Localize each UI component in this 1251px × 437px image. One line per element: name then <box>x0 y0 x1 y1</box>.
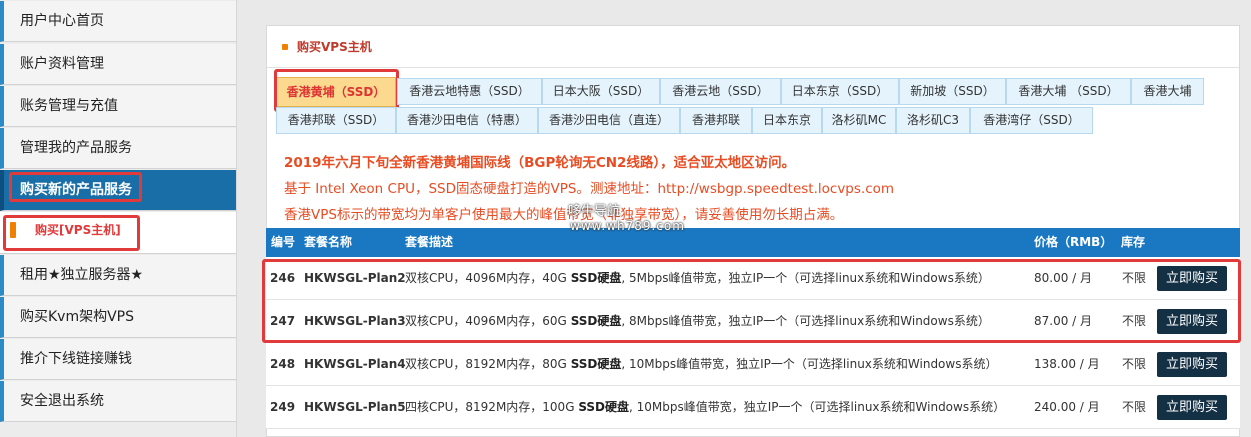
header-desc: 套餐描述 <box>405 235 454 249</box>
sidebar-item-label: 账务管理与充值 <box>20 98 118 114</box>
header-name: 套餐名称 <box>304 235 353 249</box>
tab-label: 香港沙田电信（特惠） <box>406 113 527 127</box>
sidebar-item-home[interactable]: 用户中心首页 <box>0 1 236 42</box>
tab-japan-tokyo-ssd[interactable]: 日本东京（SSD） <box>781 78 899 105</box>
tab-la-c3[interactable]: 洛杉矶C3 <box>896 107 970 134</box>
sidebar-item-account[interactable]: 账户资料管理 <box>0 44 236 85</box>
sidebar-item-label: 推介下线链接赚钱 <box>20 351 132 367</box>
tab-hk-banglian[interactable]: 香港邦联 <box>680 107 752 134</box>
sidebar-item-label: 购买Kvm架构VPS <box>20 309 135 325</box>
tab-label: 日本东京（SSD） <box>791 84 889 98</box>
sidebar-item-billing[interactable]: 账务管理与充值 <box>0 86 236 127</box>
tab-hk-dapu[interactable]: 香港大埔 <box>1131 78 1204 105</box>
row-price: 138.00 / 月 <box>1034 357 1100 371</box>
tab-label: 香港云地（SSD） <box>672 84 769 98</box>
row-id: 249 <box>270 400 296 414</box>
desc-ssd: SSD硬盘 <box>578 400 630 414</box>
tab-label: 香港湾仔（SSD） <box>983 113 1080 127</box>
buy-now-button[interactable]: 立即购买 <box>1157 352 1227 377</box>
desc-text: , 10Mbps峰值带宽，独立IP一个（可选择linux系统和Windows系统… <box>629 400 1006 414</box>
tab-hk-shatin-direct[interactable]: 香港沙田电信（直连） <box>538 107 680 134</box>
sidebar-item-label: 用户中心首页 <box>20 13 104 29</box>
sidebar: 用户中心首页 账户资料管理 账务管理与充值 管理我的产品服务 购买新的产品服务 … <box>0 0 237 437</box>
tab-singapore[interactable]: 新加坡（SSD） <box>899 78 1006 105</box>
tab-japan-tokyo[interactable]: 日本东京 <box>752 107 822 134</box>
row-id: 248 <box>270 357 296 371</box>
tab-label: 新加坡（SSD） <box>910 84 995 98</box>
buy-now-button[interactable]: 立即购买 <box>1157 395 1227 420</box>
tab-hk-banglian-ssd[interactable]: 香港邦联（SSD） <box>276 107 396 134</box>
notice-line-2: 基于 Intel Xeon CPU，SSD固态硬盘打造的VPS。测速地址：htt… <box>284 181 895 197</box>
highlight-selected-tab <box>274 69 399 112</box>
tab-label: 日本大阪（SSD） <box>552 84 650 98</box>
row-stock: 不限 <box>1122 357 1147 371</box>
desc-text: 双核CPU，8192M内存，80G <box>405 357 571 371</box>
highlight-plans <box>262 259 1241 343</box>
tab-hk-wanchai-ssd[interactable]: 香港湾仔（SSD） <box>970 107 1093 134</box>
header-id: 编号 <box>271 235 296 249</box>
desc-text: 四核CPU，8192M内存，100G <box>405 400 579 414</box>
tab-hk-yundi[interactable]: 香港云地（SSD） <box>660 78 781 105</box>
row-name: HKWSGL-Plan5 <box>304 400 406 414</box>
notice-line-1: 2019年六月下旬全新香港黄埔国际线（BGP轮询无CN2线路），适合亚太地区访问… <box>284 155 796 171</box>
watermark-url: www.wh789.com <box>570 219 685 233</box>
panel-header: 购买VPS主机 <box>267 26 1239 68</box>
sidebar-subitem-buy-vps[interactable]: 购买[VPS主机] <box>0 212 236 254</box>
tab-label: 洛杉矶MC <box>831 113 887 127</box>
row-desc: 双核CPU，8192M内存，80G SSD硬盘, 10Mbps峰值带宽，独立IP… <box>405 343 997 385</box>
tab-japan-osaka[interactable]: 日本大阪（SSD） <box>542 78 660 105</box>
table-row: 249 HKWSGL-Plan5 四核CPU，8192M内存，100G SSD硬… <box>266 386 1240 429</box>
sidebar-item-dedicated[interactable]: 租用★独立服务器★ <box>0 255 236 296</box>
tab-label: 香港大埔 <box>1143 84 1192 98</box>
row-name: HKWSGL-Plan4 <box>304 357 406 371</box>
sidebar-item-referral[interactable]: 推介下线链接赚钱 <box>0 339 236 380</box>
tab-hk-yundi-special[interactable]: 香港云地特惠（SSD） <box>397 78 542 105</box>
tab-label: 香港邦联 <box>691 113 740 127</box>
tab-la-mc[interactable]: 洛杉矶MC <box>822 107 896 134</box>
desc-ssd: SSD硬盘 <box>570 357 622 371</box>
sidebar-item-label: 账户资料管理 <box>20 56 104 72</box>
sidebar-item-label: 管理我的产品服务 <box>20 140 132 156</box>
desc-text: , 10Mbps峰值带宽，独立IP一个（可选择linux系统和Windows系统… <box>621 357 998 371</box>
header-price: 价格（RMB） <box>1034 235 1113 249</box>
header-stock: 库存 <box>1121 235 1146 249</box>
page-title: 购买VPS主机 <box>297 40 372 54</box>
tab-hk-dapu-ssd[interactable]: 香港大埔 （SSD） <box>1006 78 1131 105</box>
sidebar-item-my-products[interactable]: 管理我的产品服务 <box>0 128 236 169</box>
tab-label: 香港大埔 （SSD） <box>1018 84 1119 98</box>
tab-label: 香港邦联（SSD） <box>287 113 385 127</box>
tab-label: 香港沙田电信（直连） <box>548 113 669 127</box>
table-row: 248 HKWSGL-Plan4 双核CPU，8192M内存，80G SSD硬盘… <box>266 343 1240 386</box>
watermark-text: 哆牛导航 <box>568 204 621 219</box>
tab-label: 日本东京 <box>762 113 811 127</box>
highlight-buy-new <box>9 172 142 202</box>
bullet-icon <box>282 44 288 50</box>
sidebar-item-logout[interactable]: 安全退出系统 <box>0 381 236 422</box>
bullet-icon <box>10 222 16 238</box>
sidebar-item-label: 租用★独立服务器★ <box>20 267 144 283</box>
row-stock: 不限 <box>1122 400 1147 414</box>
tab-label: 香港云地特惠（SSD） <box>409 84 530 98</box>
table-header: 编号 套餐名称 套餐描述 价格（RMB） 库存 <box>266 228 1240 257</box>
row-desc: 四核CPU，8192M内存，100G SSD硬盘, 10Mbps峰值带宽，独立I… <box>405 386 1005 428</box>
row-price: 240.00 / 月 <box>1034 400 1100 414</box>
sidebar-subitem-label: 购买[VPS主机] <box>35 223 121 237</box>
tab-label: 洛杉矶C3 <box>906 113 959 127</box>
tab-hk-shatin-special[interactable]: 香港沙田电信（特惠） <box>396 107 538 134</box>
notice-line-3: 香港VPS标示的带宽均为单客户使用最大的峰值带宽（非独享带宽），请妥善使用勿长期… <box>284 207 844 223</box>
sidebar-item-kvm[interactable]: 购买Kvm架构VPS <box>0 297 236 338</box>
sidebar-item-label: 安全退出系统 <box>20 393 104 409</box>
